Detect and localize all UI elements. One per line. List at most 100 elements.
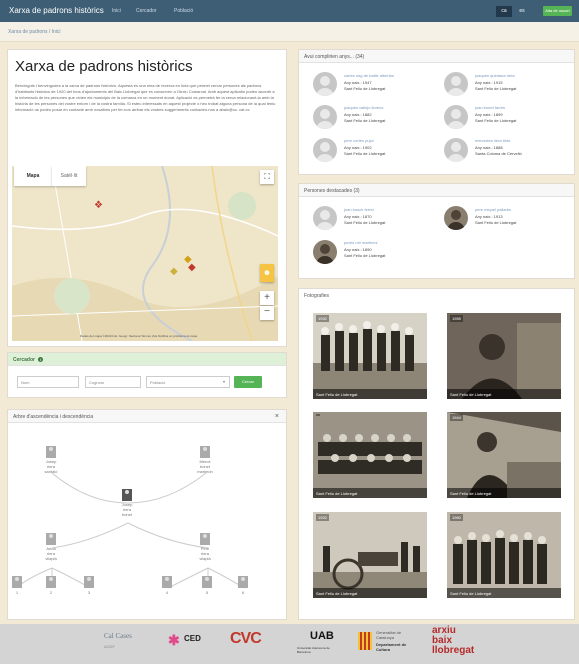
photo-thumbnail[interactable]: 1944 Sant Feliu de Llobregat (447, 412, 561, 498)
fullscreen-icon[interactable]: ⛶ (260, 170, 274, 184)
tree-node-avatar-selected[interactable] (122, 489, 132, 501)
page-title: Xarxa de padrons històrics (15, 58, 193, 75)
logo-uab-sub: Universitat Autònoma de Barcelona (297, 646, 330, 654)
tree-node-label[interactable]: Josep riera santaló (36, 459, 66, 474)
avatar[interactable] (313, 105, 337, 129)
tree-node-avatar[interactable] (200, 446, 210, 458)
tree-node-avatar[interactable] (162, 576, 172, 588)
logo-uab[interactable]: UAB (310, 630, 334, 642)
photo-image (313, 313, 427, 399)
person-info: Any naix.: 1899 Sant Feliu de Llobregat (475, 112, 517, 123)
chevron-down-icon[interactable]: ▾ (223, 379, 225, 384)
logo-ced[interactable]: CED (184, 634, 201, 643)
logo-generalitat[interactable]: Generalitat de Catalunya (376, 630, 416, 640)
avatar[interactable] (313, 72, 337, 96)
street-view-pegman-icon[interactable]: ☻ (260, 264, 274, 282)
logo-arxiu-baix-llobregat[interactable]: arxiu baix llobregat (432, 626, 474, 656)
person-name-link[interactable]: joan bonet farrés (475, 105, 505, 110)
logo-figure-icon[interactable]: ✱ (168, 632, 180, 649)
map-view[interactable]: Mapa Satèl·lit ⛶ ❖ ◆ ◆ ◆ ☻ + − Dades del… (12, 166, 278, 341)
photos-header: Fotografies (299, 289, 574, 302)
person-name-link[interactable]: joan bosch ferrer (344, 207, 374, 212)
search-button[interactable]: Cercar (234, 376, 262, 388)
photo-year: 1932 (316, 514, 329, 521)
tree-node-avatar[interactable] (12, 576, 22, 588)
photo-year: 1955 (450, 315, 463, 322)
photo-image (313, 412, 427, 498)
lang-es-button[interactable]: es (514, 6, 530, 17)
person-name-link[interactable]: carles roig de batlle albertós (344, 73, 394, 78)
tree-node-avatar[interactable] (238, 576, 248, 588)
tree-node-label[interactable]: Anna riera vilaplà (36, 546, 66, 561)
avatar[interactable] (444, 72, 468, 96)
photo-thumbnail[interactable]: 1932 Sant Feliu de Llobregat (313, 313, 427, 399)
tree-node-avatar[interactable] (200, 533, 210, 545)
close-icon[interactable]: × (275, 413, 279, 420)
person-name-link[interactable]: pere cortés pujol (344, 138, 374, 143)
tree-node-label[interactable]: Mercè bonet marimon (190, 459, 220, 474)
map-tab-satellite[interactable]: Satèl·lit (52, 166, 86, 186)
photo-location: Sant Feliu de Llobregat (313, 588, 427, 598)
person-info: Any naix.: 1913 Sant Feliu de Llobregat (475, 214, 517, 225)
photo-location: Sant Feliu de Llobregat (447, 488, 561, 498)
person-name-link[interactable]: mercedes riera tintó (475, 138, 510, 143)
info-icon[interactable]: i (38, 357, 44, 362)
avatar[interactable] (444, 206, 468, 230)
map-marker-icon[interactable]: ◆ (170, 266, 178, 277)
map-attribution[interactable]: Dades del mapa ©2020 Inst. Geogr. Nacion… (80, 334, 197, 338)
avatar[interactable] (444, 105, 468, 129)
tree-node-avatar[interactable] (202, 576, 212, 588)
person-info: Any naix.: 1947 Sant Feliu de Llobregat (344, 80, 386, 91)
photo-location: Sant Feliu de Llobregat (313, 488, 427, 498)
person-name-link[interactable]: joaquim vallejo llorens (344, 105, 383, 110)
photo-year: 1932 (316, 315, 329, 322)
map-marker-icon[interactable]: ❖ (94, 200, 103, 211)
breadcrumb[interactable]: Xarxa de padrons / Inici (8, 29, 61, 35)
avatar[interactable] (313, 240, 337, 264)
population-select[interactable]: Població (146, 376, 230, 388)
avatar[interactable] (444, 138, 468, 162)
lang-ca-button[interactable]: ca (496, 6, 512, 17)
photo-thumbnail[interactable]: 1960 Sant Feliu de Llobregat (447, 512, 561, 598)
tree-node-avatar[interactable] (84, 576, 94, 588)
tree-node-avatar[interactable] (46, 446, 56, 458)
tree-node-label[interactable]: Pere riera vilaplà (190, 546, 220, 561)
tree-node-label[interactable]: 4 (152, 590, 182, 595)
surname-input[interactable]: Cognom (85, 376, 141, 388)
photo-year: 1944 (450, 414, 463, 421)
avatar[interactable] (313, 206, 337, 230)
tree-node-avatar[interactable] (46, 576, 56, 588)
logo-cal-cases[interactable]: Cal Cases (104, 632, 132, 640)
signup-button[interactable]: Alta de usuari (543, 6, 572, 16)
photo-thumbnail[interactable]: 1932 Sant Feliu de Llobregat (313, 512, 427, 598)
zoom-out-button[interactable]: − (260, 306, 274, 320)
nav-link-home[interactable]: Inici (112, 8, 121, 14)
tree-node-label[interactable]: 1 (2, 590, 32, 595)
tree-node-label[interactable]: 3 (74, 590, 104, 595)
tree-node-label[interactable]: Josep riera bonet (112, 502, 142, 517)
person-info: Any naix.: 1902 Sant Feliu de Llobregat (344, 145, 386, 156)
tree-node-label[interactable]: 6 (228, 590, 258, 595)
zoom-in-button[interactable]: + (260, 291, 274, 305)
notable-header: Persones destacades (3) (299, 184, 574, 197)
map-tab-map[interactable]: Mapa (14, 166, 52, 186)
nav-link-search[interactable]: Cercador (136, 8, 157, 14)
avatar[interactable] (313, 138, 337, 162)
map-marker-icon[interactable]: ◆ (188, 262, 196, 273)
name-input[interactable]: Nom (17, 376, 79, 388)
nav-link-population[interactable]: Població (174, 8, 193, 14)
tree-node-label[interactable]: 5 (192, 590, 222, 595)
logo-cvc[interactable]: CVC (230, 630, 262, 648)
person-info: Any naix.: 1870 Sant Feliu de Llobregat (344, 214, 386, 225)
person-name-link[interactable]: joaquim quintana riera (475, 73, 515, 78)
logo-generalitat-sub: Departament de Cultura (376, 642, 407, 652)
birthdays-title: Avui complirien anys... (34) (304, 54, 365, 60)
person-name-link[interactable]: pedro mir martínez (344, 240, 378, 245)
photo-thumbnail[interactable]: 1955 Sant Feliu de Llobregat (447, 313, 561, 399)
tree-node-avatar[interactable] (46, 533, 56, 545)
photo-thumbnail[interactable]: Sant Feliu de Llobregat (313, 412, 427, 498)
photo-location: Sant Feliu de Llobregat (447, 389, 561, 399)
brand-title[interactable]: Xarxa de padrons històrics (9, 6, 104, 15)
person-name-link[interactable]: pere miquel pallarès (475, 207, 511, 212)
tree-node-label[interactable]: 2 (36, 590, 66, 595)
